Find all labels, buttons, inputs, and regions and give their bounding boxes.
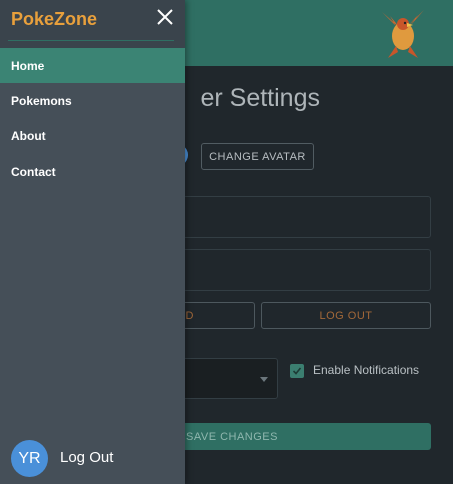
- nav-item-home[interactable]: Home: [0, 48, 185, 83]
- email-field[interactable]: [150, 249, 431, 291]
- drawer-header: PokeZone: [0, 0, 185, 48]
- check-icon: [292, 367, 302, 375]
- notifications-label: Enable Notifications: [313, 363, 420, 377]
- bird-logo-icon: [382, 10, 424, 58]
- notifications-checkbox[interactable]: [290, 364, 304, 378]
- logout-button[interactable]: LOG OUT: [261, 302, 431, 329]
- save-changes-button[interactable]: SAVE CHANGES: [150, 423, 431, 450]
- nav-drawer: PokeZone Home Pokemons About Contact YR …: [0, 0, 185, 484]
- chevron-down-icon: [260, 377, 268, 382]
- header-divider: [8, 40, 174, 41]
- change-avatar-button[interactable]: CHANGE AVATAR: [201, 143, 314, 170]
- close-icon[interactable]: [155, 7, 175, 27]
- drawer-logout-link[interactable]: Log Out: [60, 449, 113, 466]
- nav-item-contact[interactable]: Contact: [0, 154, 185, 189]
- nav-item-pokemons[interactable]: Pokemons: [0, 83, 185, 118]
- app-page: er Settings CHANGE AVATAR D LOG OUT Enab…: [0, 0, 453, 484]
- app-logo[interactable]: PokeZone: [11, 9, 97, 30]
- user-avatar[interactable]: YR: [11, 440, 48, 477]
- username-field[interactable]: [150, 196, 431, 238]
- nav-item-about[interactable]: About: [0, 118, 185, 153]
